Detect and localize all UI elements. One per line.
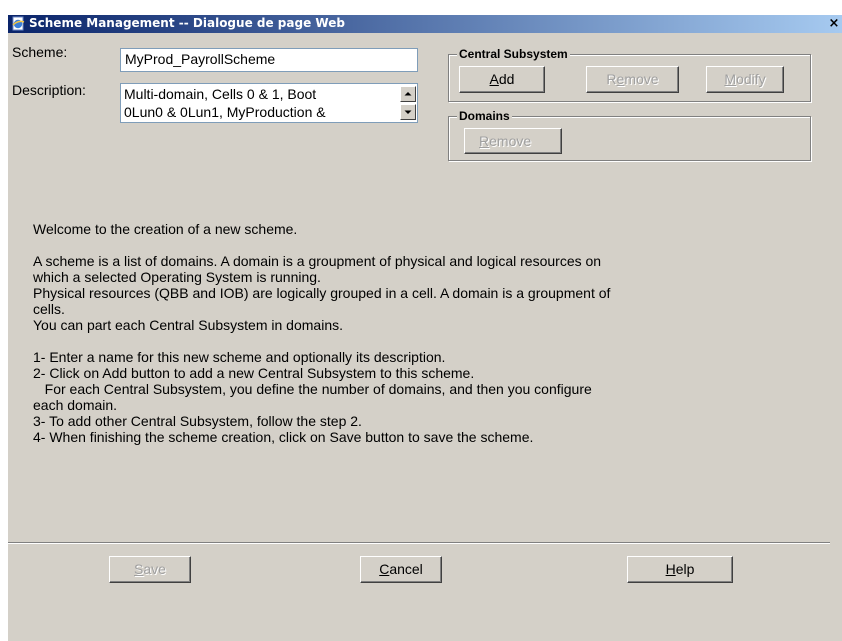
step-1: 1- Enter a name for this new scheme and … xyxy=(33,349,446,365)
cancel-label: ancel xyxy=(389,561,423,577)
paragraph-3: Physical resources (QBB and IOB) are log… xyxy=(33,285,611,301)
modify-button[interactable]: Modify xyxy=(706,66,784,93)
paragraph-5: You can part each Central Subsystem in d… xyxy=(33,317,343,333)
modify-label: odify xyxy=(736,71,766,87)
remove-subsystem-button[interactable]: Remove xyxy=(586,66,679,93)
close-icon[interactable]: × xyxy=(828,16,840,31)
arrow-up-icon xyxy=(404,92,412,96)
step-2: 2- Click on Add button to add a new Cent… xyxy=(33,365,475,381)
title-bar[interactable]: Scheme Management -- Dialogue de page We… xyxy=(8,15,842,33)
scroll-up-button[interactable] xyxy=(400,86,416,102)
window-title: Scheme Management -- Dialogue de page We… xyxy=(29,16,345,30)
paragraph-2: which a selected Operating System is run… xyxy=(33,269,321,285)
add-button[interactable]: Add xyxy=(459,66,545,93)
scroll-down-button[interactable] xyxy=(400,104,416,120)
description-line-2: 0Lun0 & 0Lun1, MyProduction & xyxy=(124,104,326,120)
save-accel: S xyxy=(134,561,144,577)
save-button[interactable]: Save xyxy=(109,556,191,583)
description-textarea[interactable]: Multi-domain, Cells 0 & 1, Boot 0Lun0 & … xyxy=(120,83,418,123)
central-subsystem-group: Central Subsystem Add Remove Modify xyxy=(448,46,811,102)
save-label: ave xyxy=(143,561,166,577)
cancel-accel: C xyxy=(379,561,390,577)
domains-group: Domains Remove xyxy=(448,108,811,161)
help-label: elp xyxy=(675,561,695,577)
description-lines: Multi-domain, Cells 0 & 1, Boot 0Lun0 & … xyxy=(124,85,397,121)
step-3: 3- To add other Central Subsystem, follo… xyxy=(33,413,362,429)
cancel-button[interactable]: Cancel xyxy=(360,556,442,583)
help-accel: H xyxy=(665,561,676,577)
remove-label: move xyxy=(624,71,659,87)
welcome-text: Welcome to the creation of a new scheme. xyxy=(33,221,298,237)
arrow-down-icon xyxy=(404,110,412,114)
description-label: Description: xyxy=(12,82,86,98)
scheme-label: Scheme: xyxy=(12,44,68,60)
description-line-1: Multi-domain, Cells 0 & 1, Boot xyxy=(124,86,317,102)
domains-title: Domains xyxy=(457,108,512,124)
instructions: Welcome to the creation of a new scheme.… xyxy=(33,221,813,445)
scheme-input[interactable]: MyProd_PayrollScheme xyxy=(120,48,418,72)
ie-page-icon xyxy=(12,16,25,31)
footer-divider xyxy=(8,542,830,544)
paragraph-4: cells. xyxy=(33,301,65,317)
help-button[interactable]: Help xyxy=(627,556,733,583)
step-4: 4- When finishing the scheme creation, c… xyxy=(33,429,534,445)
paragraph-1: A scheme is a list of domains. A domain … xyxy=(33,253,602,269)
remove-domain-button[interactable]: Remove xyxy=(464,128,562,154)
add-accel: A xyxy=(489,71,499,87)
remove-pre: R xyxy=(606,71,617,87)
dialog-window: Scheme Management -- Dialogue de page We… xyxy=(8,15,842,641)
remove-domain-accel: R xyxy=(479,133,490,149)
add-label: dd xyxy=(498,71,515,87)
central-subsystem-title: Central Subsystem xyxy=(457,46,570,62)
step-2-detail-cont: each domain. xyxy=(33,397,118,413)
remove-domain-label: emove xyxy=(489,133,532,149)
modify-accel: M xyxy=(724,71,737,87)
step-2-detail: For each Central Subsystem, you define t… xyxy=(33,381,592,397)
